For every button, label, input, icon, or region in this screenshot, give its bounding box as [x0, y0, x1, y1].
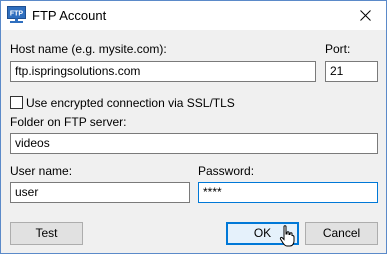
password-label: Password: [198, 164, 255, 178]
ssl-label[interactable]: Use encrypted connection via SSL/TLS [26, 96, 235, 110]
test-button[interactable]: Test [10, 222, 83, 245]
close-icon [359, 10, 371, 21]
user-name-value: user [15, 185, 39, 199]
port-value: 21 [330, 64, 344, 78]
port-input[interactable]: 21 [325, 61, 378, 82]
password-input[interactable]: **** [198, 182, 378, 203]
close-button[interactable] [344, 1, 386, 30]
host-name-label: Host name (e.g. mysite.com): [10, 42, 167, 56]
ftp-icon-text: FTP [10, 11, 24, 18]
mouse-pointer-icon [279, 225, 295, 247]
port-label: Port: [325, 42, 351, 56]
host-name-input[interactable]: ftp.ispringsolutions.com [10, 61, 316, 82]
folder-input[interactable]: videos [10, 133, 378, 154]
ftp-icon: FTP [7, 6, 26, 23]
title-bar: FTP FTP Account [1, 1, 386, 30]
host-name-value: ftp.ispringsolutions.com [15, 64, 141, 78]
ftp-account-dialog: FTP FTP Account Host name (e.g. mysite.c… [0, 0, 387, 254]
folder-value: videos [15, 136, 50, 150]
window-title: FTP Account [32, 8, 107, 23]
password-value: **** [203, 185, 222, 199]
folder-label: Folder on FTP server: [10, 115, 127, 129]
cancel-button[interactable]: Cancel [305, 222, 378, 245]
user-name-label: User name: [10, 164, 73, 178]
user-name-input[interactable]: user [10, 182, 190, 203]
ssl-checkbox[interactable] [10, 96, 23, 109]
